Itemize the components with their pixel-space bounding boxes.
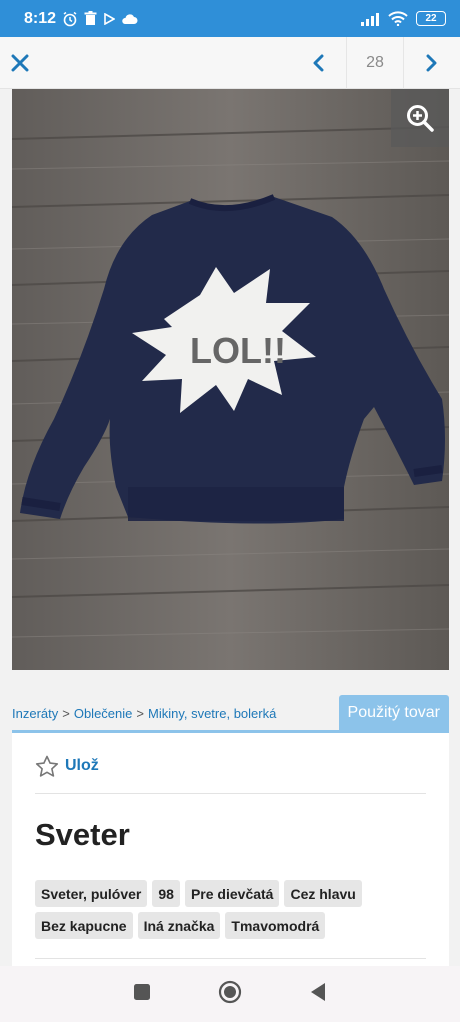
cloud-icon <box>122 13 138 24</box>
tag: Bez kapucne <box>35 912 133 939</box>
next-button[interactable] <box>404 37 460 89</box>
back-button[interactable] <box>309 982 327 1007</box>
recents-button[interactable] <box>133 983 151 1006</box>
alarm-icon <box>63 11 77 26</box>
tag: Tmavomodrá <box>225 912 326 939</box>
close-icon <box>11 54 29 71</box>
battery-icon: 22 <box>416 11 446 26</box>
save-label: Ulož <box>65 757 99 774</box>
trash-icon <box>84 11 97 25</box>
status-bar: 8:12 22 <box>0 0 460 37</box>
breadcrumb-separator: > <box>62 705 70 721</box>
photo-counter: 28 <box>346 36 404 89</box>
square-icon <box>134 983 151 1000</box>
close-button[interactable] <box>0 37 40 89</box>
tag: 98 <box>152 880 180 907</box>
save-button[interactable]: Ulož <box>35 755 99 777</box>
previous-button[interactable] <box>290 37 346 89</box>
signal-icon <box>361 12 379 26</box>
zoom-in-icon <box>407 105 434 132</box>
tag: Cez hlavu <box>284 880 362 907</box>
photo-pager: 28 <box>290 36 460 89</box>
divider <box>35 793 426 794</box>
sweater-photo-image: LOL!! <box>12 89 449 670</box>
star-icon <box>35 755 59 777</box>
status-time: 8:12 <box>24 9 57 27</box>
circle-home-icon <box>218 980 242 1003</box>
condition-badge: Použitý tovar <box>338 695 449 731</box>
status-notification-icons <box>62 11 138 27</box>
breadcrumb-separator: > <box>136 705 144 721</box>
zoom-button[interactable] <box>391 89 449 147</box>
sweater-print-text: LOL!! <box>190 330 286 371</box>
tag: Pre dievčatá <box>184 880 280 907</box>
divider <box>35 958 426 959</box>
home-button[interactable] <box>218 980 242 1009</box>
tag: Iná značka <box>137 912 221 939</box>
chevron-left-icon <box>313 54 324 71</box>
product-photo[interactable]: LOL!! <box>12 89 449 670</box>
tag: Sveter, pulóver <box>35 880 148 907</box>
wifi-icon <box>388 11 408 26</box>
breadcrumb-link-mikiny[interactable]: Mikiny, svetre, bolerká <box>148 706 276 721</box>
breadcrumb-row: Inzeráty > Oblečenie > Mikiny, svetre, b… <box>12 695 449 731</box>
system-nav-bar <box>0 966 460 1022</box>
breadcrumb: Inzeráty > Oblečenie > Mikiny, svetre, b… <box>12 706 276 721</box>
tag-list: Sveter, pulóver 98 Pre dievčatá Cez hlav… <box>35 880 435 939</box>
listing-title: Sveter <box>35 817 130 852</box>
chevron-right-icon <box>426 54 437 71</box>
back-triangle-icon <box>310 982 325 1001</box>
breadcrumb-link-oblecenie[interactable]: Oblečenie <box>74 706 133 721</box>
breadcrumb-link-inzeraty[interactable]: Inzeráty <box>12 706 58 721</box>
play-icon <box>104 12 116 25</box>
listing-card: Ulož Sveter Sveter, pulóver 98 Pre dievč… <box>12 730 449 970</box>
top-bar: 28 <box>0 36 460 89</box>
